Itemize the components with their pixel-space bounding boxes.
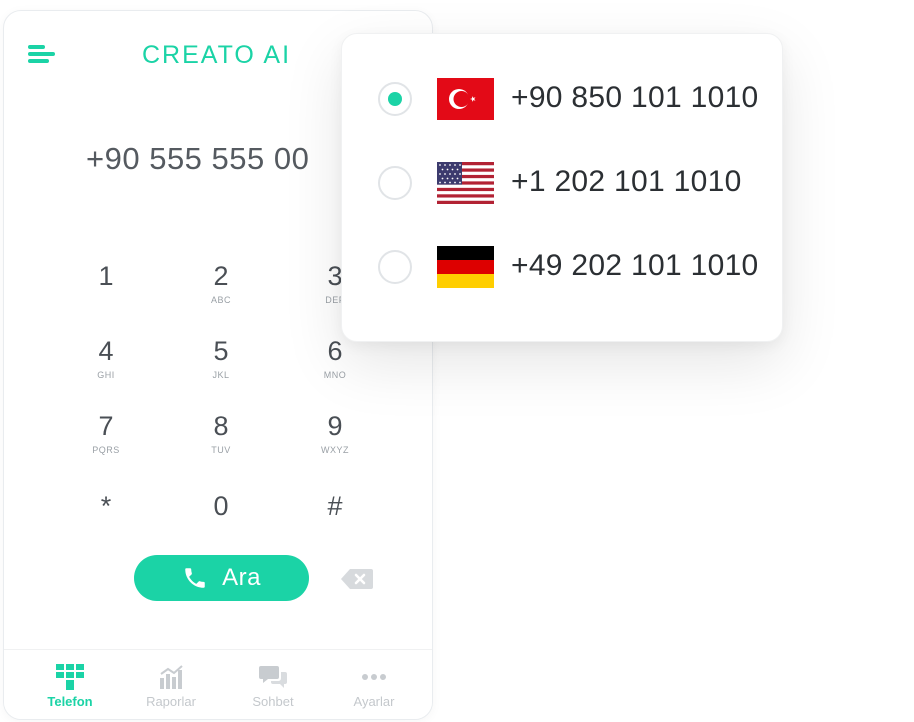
de-flag-icon	[437, 246, 494, 288]
radio-unselected[interactable]	[378, 250, 412, 284]
screen: CREATO AI +90 555 555 00 1 2 ABC 3 DEF 4…	[0, 0, 914, 722]
key-digit: 4	[98, 336, 114, 366]
key-star[interactable]: *	[66, 491, 146, 553]
key-letters: PQRS	[92, 445, 120, 455]
key-4[interactable]: 4 GHI	[66, 336, 146, 398]
key-1[interactable]: 1	[66, 261, 146, 323]
tab-raporlar[interactable]: Raporlar	[126, 664, 216, 709]
tab-label: Sohbet	[252, 694, 294, 709]
key-digit: 1	[98, 261, 114, 291]
key-letters: JKL	[212, 370, 230, 380]
key-letters: MNO	[323, 370, 347, 380]
bottom-tab-bar: Telefon Raporlar Sohbet Ayarlar	[4, 649, 432, 719]
tab-label: Raporlar	[146, 694, 196, 709]
tab-label: Ayarlar	[353, 694, 395, 709]
key-digit: 9	[327, 411, 343, 441]
caller-id-selector-popover: +90 850 101 1010 +1 202 101 1010 +49 202…	[341, 33, 783, 342]
call-button-label: Ara	[222, 564, 261, 591]
key-digit: 5	[213, 336, 229, 366]
key-5[interactable]: 5 JKL	[181, 336, 261, 398]
key-7[interactable]: 7 PQRS	[66, 411, 146, 473]
backspace-icon[interactable]	[340, 567, 374, 591]
radio-unselected[interactable]	[378, 166, 412, 200]
key-digit: 0	[213, 491, 229, 521]
key-0[interactable]: 0	[181, 491, 261, 553]
bar-chart-icon	[160, 665, 183, 689]
phone-icon	[185, 568, 205, 588]
key-letters	[66, 295, 146, 306]
number-option-turkey[interactable]: +90 850 101 1010	[378, 74, 758, 122]
chat-icon	[259, 666, 287, 688]
key-digit: 8	[213, 411, 229, 441]
number-option-germany[interactable]: +49 202 101 1010	[378, 242, 758, 290]
more-icon	[362, 674, 386, 680]
key-letters: WXYZ	[321, 445, 349, 455]
key-letters: GHI	[97, 370, 115, 380]
key-digit: 2	[213, 261, 229, 291]
tab-ayarlar[interactable]: Ayarlar	[329, 664, 419, 709]
key-letters: TUV	[211, 445, 231, 455]
key-digit: 7	[98, 411, 114, 441]
hamburger-icon[interactable]	[28, 43, 58, 67]
us-flag-icon	[437, 162, 494, 204]
app-logo: CREATO AI	[142, 41, 292, 69]
key-9[interactable]: 9 WXYZ	[295, 411, 375, 473]
key-digit: #	[327, 491, 343, 521]
key-6[interactable]: 6 MNO	[295, 336, 375, 398]
tab-telefon[interactable]: Telefon	[25, 664, 115, 709]
phone-number-text: +49 202 101 1010	[511, 249, 759, 282]
tab-label: Telefon	[47, 694, 93, 709]
key-hash[interactable]: #	[295, 491, 375, 553]
phone-number-text: +1 202 101 1010	[511, 165, 742, 198]
tr-flag-icon	[437, 78, 494, 120]
key-8[interactable]: 8 TUV	[181, 411, 261, 473]
call-button[interactable]: Ara	[134, 555, 309, 601]
tab-sohbet[interactable]: Sohbet	[228, 664, 318, 709]
dialed-number-display[interactable]: +90 555 555 00	[86, 141, 309, 177]
phone-number-text: +90 850 101 1010	[511, 81, 759, 114]
key-digit: *	[100, 491, 112, 521]
key-letters: ABC	[210, 295, 231, 305]
dialpad-icon	[56, 664, 84, 690]
number-option-usa[interactable]: +1 202 101 1010	[378, 158, 758, 206]
radio-selected[interactable]	[378, 82, 412, 116]
key-2[interactable]: 2 ABC	[181, 261, 261, 323]
